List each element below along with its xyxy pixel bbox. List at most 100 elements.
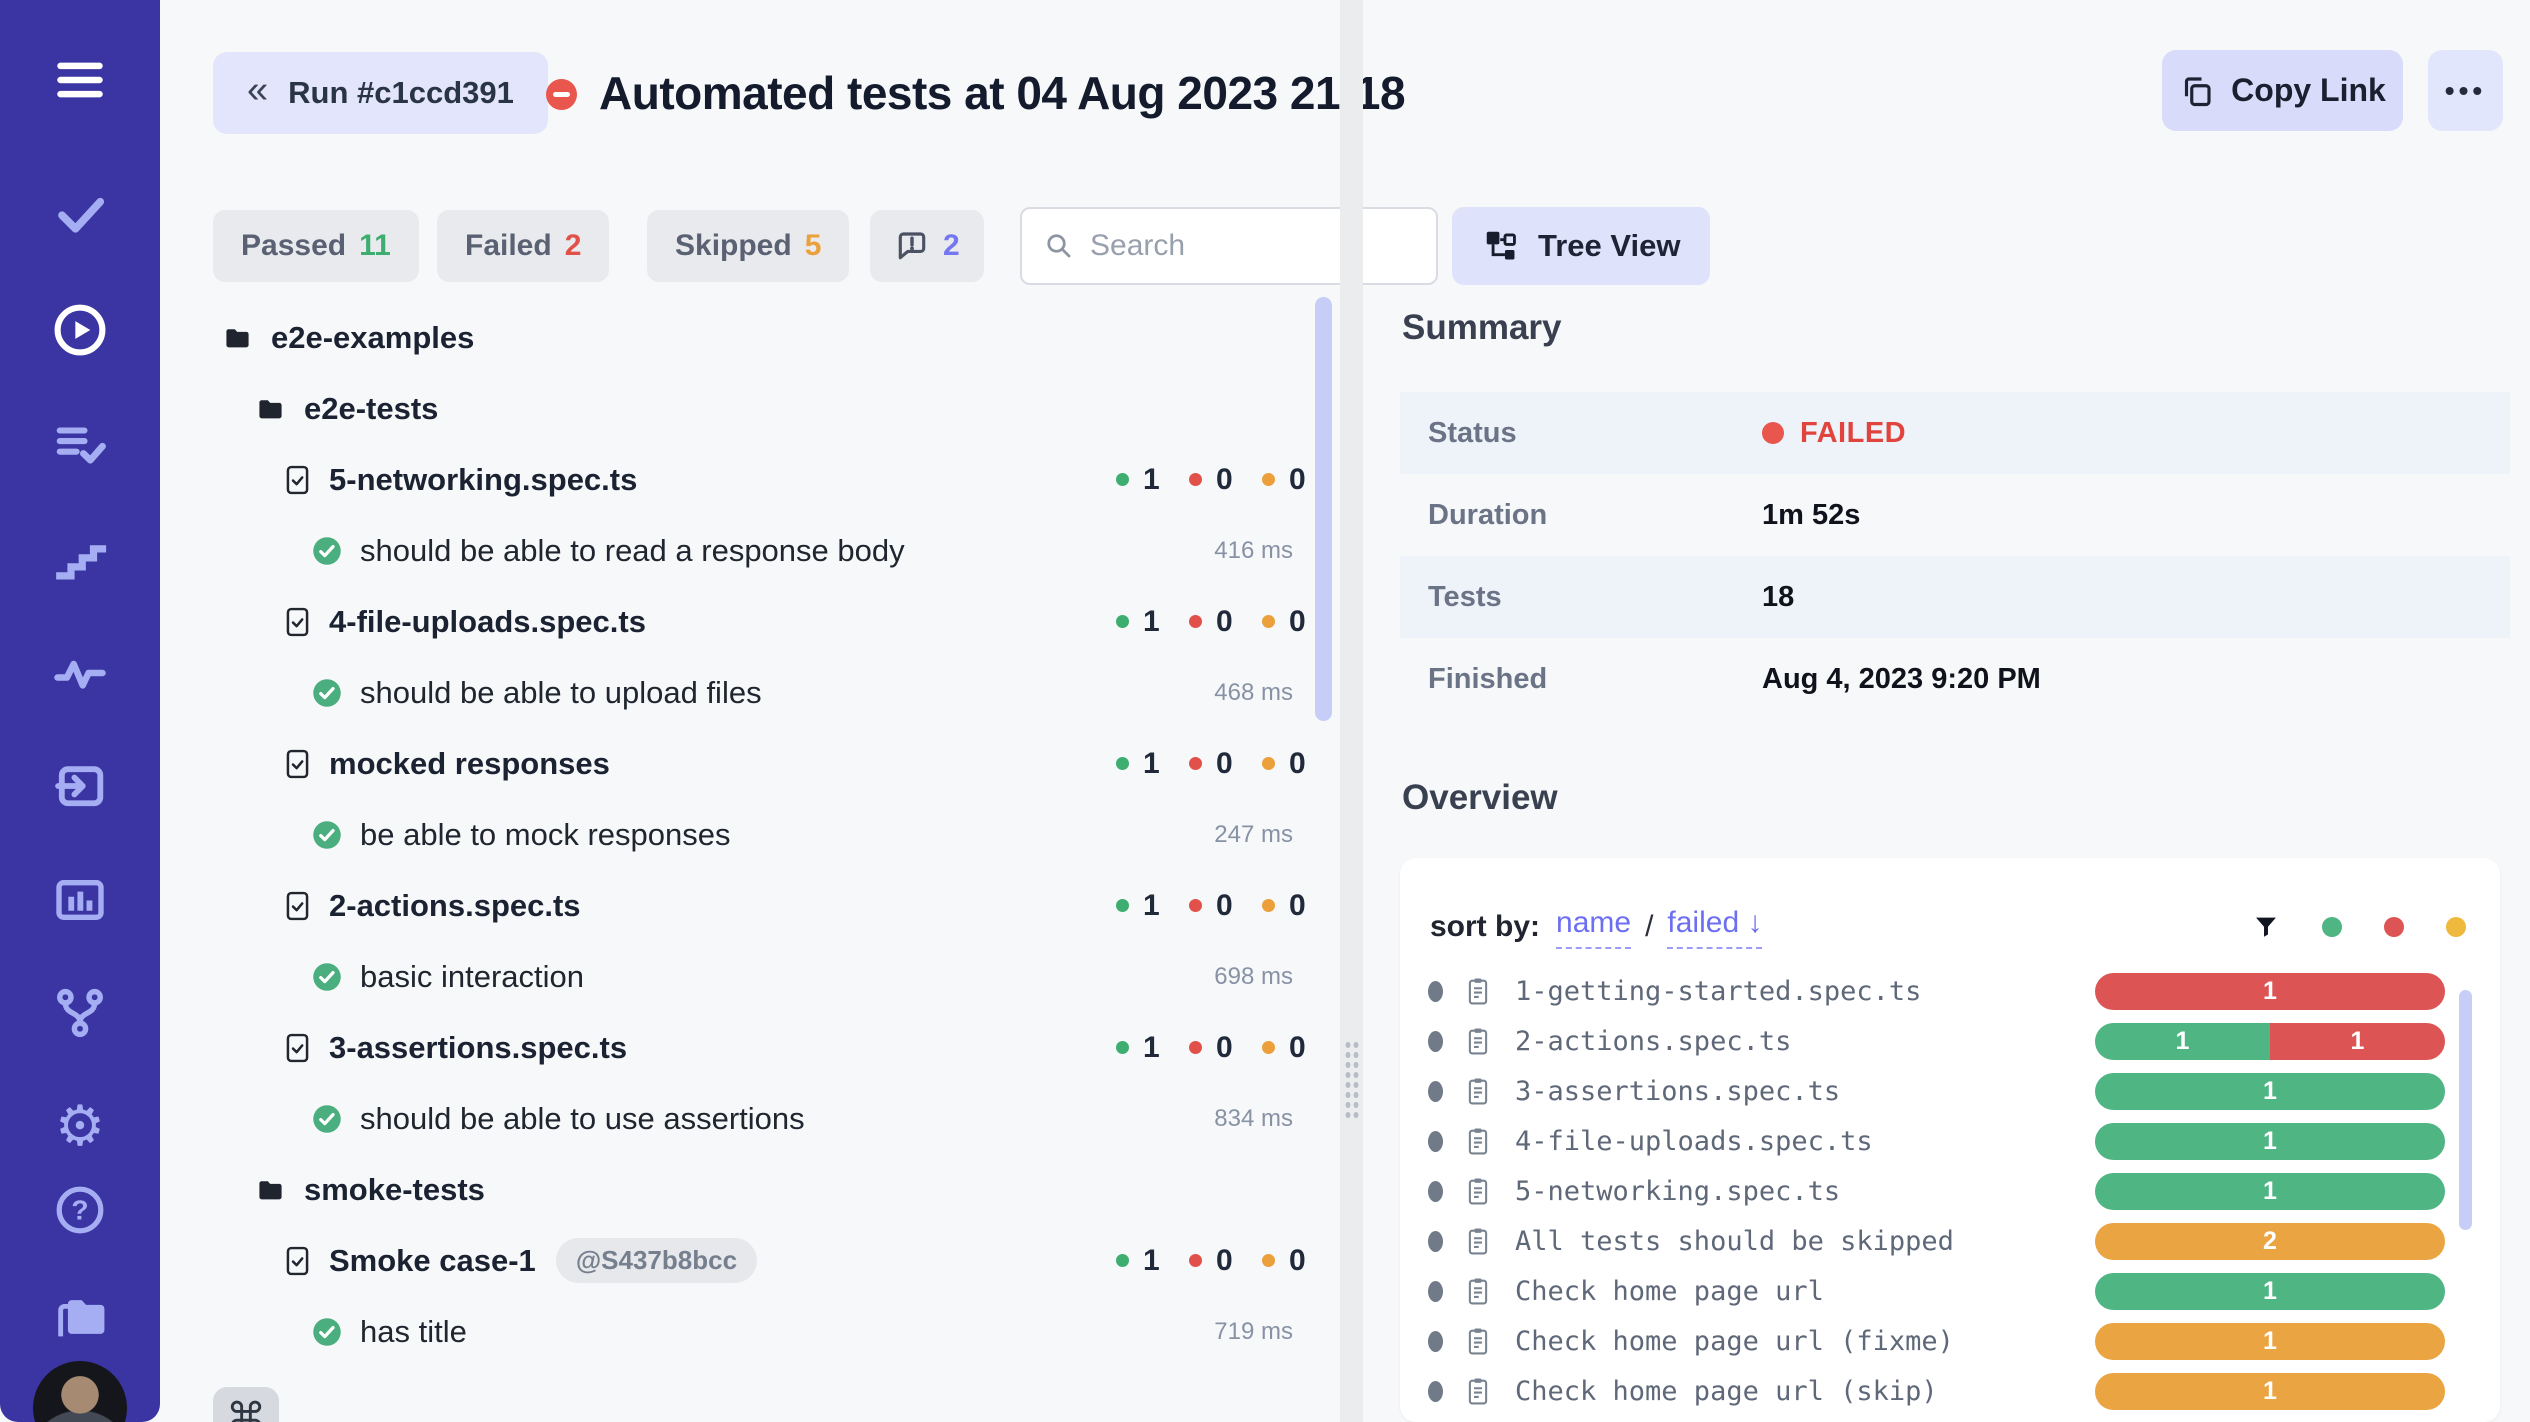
tree-row-folder[interactable]: e2e-examples (213, 302, 1333, 373)
spec-bullet-icon (1428, 1181, 1443, 1202)
clipboard-icon (1465, 1276, 1491, 1307)
test-passed-icon (312, 1317, 342, 1347)
gear-icon[interactable]: ⚙ (0, 1098, 160, 1154)
tree-row-folder[interactable]: e2e-tests (213, 373, 1333, 444)
overview-row[interactable]: Check home page url (skip) 1 (1400, 1366, 2500, 1416)
spec-file-icon (284, 464, 311, 496)
menu-icon[interactable] (0, 54, 160, 106)
overview-row[interactable]: 1-getting-started.spec.ts 1 (1400, 966, 2500, 1016)
filter-skipped-dot[interactable] (2446, 917, 2466, 937)
status-value: FAILED (1800, 417, 1906, 450)
bar-chart-icon[interactable] (0, 872, 160, 928)
flaky-bubble-icon (894, 228, 930, 264)
tree-row-test[interactable]: basic interaction 698 ms (213, 941, 1333, 1012)
command-key-icon: ⌘ (226, 1395, 266, 1422)
sort-by-name-link[interactable]: name (1556, 906, 1631, 949)
result-bar: 1 (2095, 1073, 2445, 1110)
overview-card: sort by: name / failed ↓ 1-getting-start… (1400, 858, 2500, 1422)
spec-bullet-icon (1428, 1281, 1443, 1302)
overview-scrollbar[interactable] (2459, 990, 2472, 1230)
folders-icon[interactable] (0, 1288, 160, 1346)
skipped-dot (1262, 1041, 1275, 1054)
run-failed-status-icon (546, 79, 577, 110)
tree-row-test[interactable]: should be able to read a response body 4… (213, 515, 1333, 586)
check-icon[interactable] (0, 186, 160, 240)
failed-dot (1189, 473, 1202, 486)
panel-splitter[interactable] (1340, 0, 1363, 1422)
test-passed-icon (312, 1104, 342, 1134)
test-duration: 416 ms (1214, 537, 1293, 565)
passed-dot (1116, 757, 1129, 770)
overview-row[interactable]: 2-actions.spec.ts 11 (1400, 1016, 2500, 1066)
search-box[interactable] (1020, 207, 1438, 285)
overview-list: 1-getting-started.spec.ts 1 2-actions.sp… (1400, 966, 2500, 1416)
passed-dot (1116, 899, 1129, 912)
overview-row[interactable]: Check home page url 1 (1400, 1266, 2500, 1316)
overview-row[interactable]: All tests should be skipped 2 (1400, 1216, 2500, 1266)
clipboard-icon (1465, 1076, 1491, 1107)
tree-row-spec[interactable]: 2-actions.spec.ts 1 0 0 (213, 870, 1333, 941)
status-failed-dot (1762, 422, 1784, 444)
back-to-run-button[interactable]: « Run #c1ccd391 (213, 52, 548, 134)
sign-in-icon[interactable] (0, 758, 160, 814)
overview-row[interactable]: Check home page url (fixme) 1 (1400, 1316, 2500, 1366)
summary-row-finished: Finished Aug 4, 2023 9:20 PM (1400, 638, 2510, 720)
pulse-icon[interactable] (0, 646, 160, 700)
summary-heading: Summary (1402, 308, 1562, 348)
tree-scrollbar[interactable] (1315, 297, 1332, 721)
failed-dot (1189, 1041, 1202, 1054)
steps-icon[interactable] (0, 532, 160, 586)
tree-row-spec[interactable]: 5-networking.spec.ts 1 0 0 (213, 444, 1333, 515)
summary-row-tests: Tests 18 (1400, 556, 2510, 638)
play-circle-icon[interactable] (0, 302, 160, 358)
filter-passed-dot[interactable] (2322, 917, 2342, 937)
list-check-icon[interactable] (0, 417, 160, 471)
spec-bullet-icon (1428, 981, 1443, 1002)
overview-row[interactable]: 5-networking.spec.ts 1 (1400, 1166, 2500, 1216)
sort-by-failed-link[interactable]: failed ↓ (1667, 906, 1762, 949)
tree-row-spec[interactable]: 3-assertions.spec.ts 1 0 0 (213, 1012, 1333, 1083)
result-bar: 1 (2095, 1123, 2445, 1160)
filter-failed[interactable]: Failed2 (437, 210, 609, 282)
spec-bullet-icon (1428, 1381, 1443, 1402)
test-passed-icon (312, 820, 342, 850)
filter-skipped[interactable]: Skipped5 (647, 210, 849, 282)
tree-row-test[interactable]: be able to mock responses 247 ms (213, 799, 1333, 870)
result-bar: 2 (2095, 1223, 2445, 1260)
filter-funnel-icon[interactable] (2252, 913, 2280, 941)
command-palette-button[interactable]: ⌘ (213, 1387, 279, 1422)
overview-row[interactable]: 3-assertions.spec.ts 1 (1400, 1066, 2500, 1116)
filter-flaky[interactable]: 2 (870, 210, 984, 282)
result-bar: 1 (2095, 1373, 2445, 1410)
summary-table: Status FAILED Duration 1m 52s Tests 18 F… (1400, 392, 2510, 720)
failed-dot (1189, 615, 1202, 628)
passed-dot (1116, 1254, 1129, 1267)
tree-row-test[interactable]: should be able to upload files 468 ms (213, 657, 1333, 728)
tree-row-spec[interactable]: mocked responses 1 0 0 (213, 728, 1333, 799)
filter-passed[interactable]: Passed11 (213, 210, 419, 282)
tree-row-folder[interactable]: smoke-tests (213, 1154, 1333, 1225)
result-bar: 1 (2095, 973, 2445, 1010)
tree-row-spec[interactable]: 4-file-uploads.spec.ts 1 0 0 (213, 586, 1333, 657)
filter-failed-dot[interactable] (2384, 917, 2404, 937)
git-branch-icon[interactable] (0, 986, 160, 1040)
tree-row-test[interactable]: should be able to use assertions 834 ms (213, 1083, 1333, 1154)
clipboard-icon (1465, 1176, 1491, 1207)
clipboard-icon (1465, 1126, 1491, 1157)
tree-row-test[interactable]: has title 719 ms (213, 1296, 1333, 1367)
clipboard-icon (1465, 1376, 1491, 1407)
failed-dot (1189, 757, 1202, 770)
failed-dot (1189, 899, 1202, 912)
clipboard-icon (1465, 1326, 1491, 1357)
skipped-dot (1262, 473, 1275, 486)
overview-row[interactable]: 4-file-uploads.spec.ts 1 (1400, 1116, 2500, 1166)
overview-heading: Overview (1402, 778, 1558, 818)
avatar[interactable] (33, 1361, 127, 1422)
result-bar: 1 (2095, 1273, 2445, 1310)
help-icon[interactable]: ? (0, 1184, 160, 1236)
skipped-dot (1262, 899, 1275, 912)
result-bar: 11 (2095, 1023, 2445, 1060)
skipped-dot (1262, 757, 1275, 770)
tree-row-spec[interactable]: Smoke case-1 @S437b8bcc 1 0 0 (213, 1225, 1333, 1296)
test-passed-icon (312, 678, 342, 708)
